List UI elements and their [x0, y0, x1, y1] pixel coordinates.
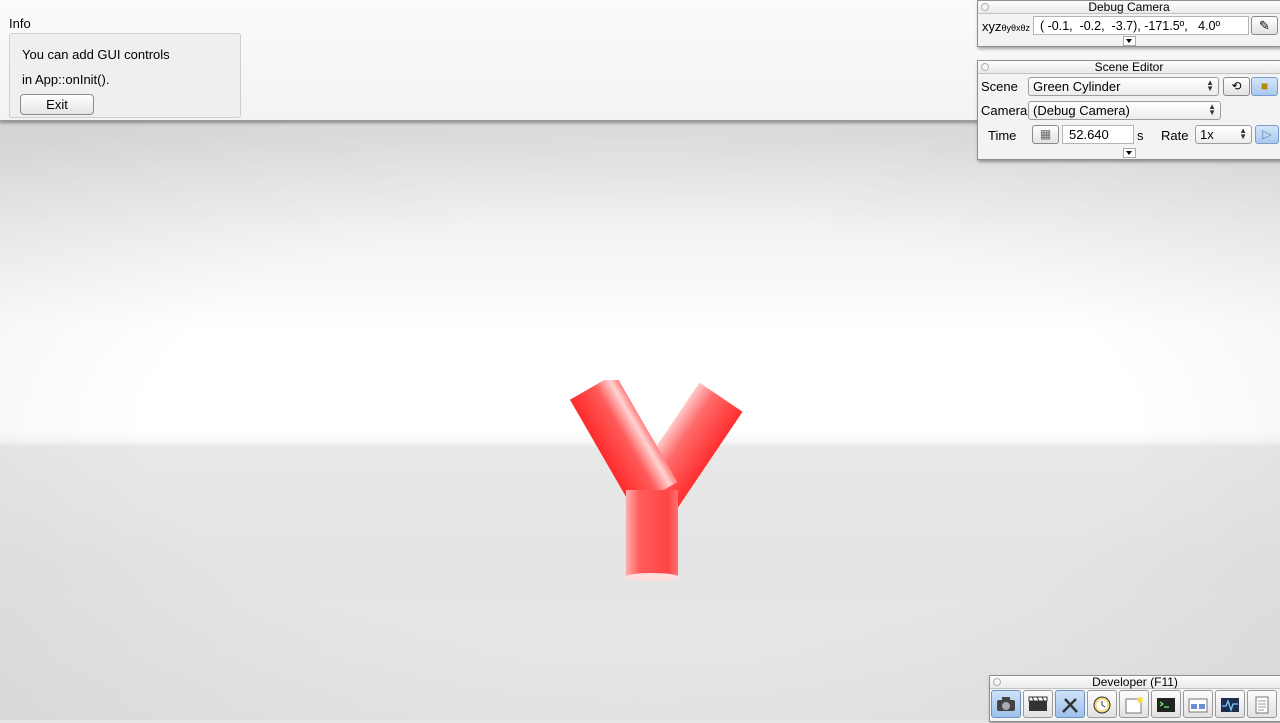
- console-icon: [1157, 698, 1175, 712]
- camera-dropdown[interactable]: (Debug Camera) ▲ ▼: [1028, 101, 1221, 120]
- new-window-tool-button[interactable]: [1119, 690, 1149, 718]
- scene-label: Scene: [981, 79, 1018, 94]
- scene-dropdown-value: Green Cylinder: [1033, 79, 1121, 94]
- close-icon[interactable]: [981, 3, 989, 11]
- exit-button[interactable]: Exit: [20, 94, 94, 115]
- document-tool-button[interactable]: [1247, 690, 1277, 718]
- rate-dropdown[interactable]: 1x ▲ ▼: [1195, 125, 1252, 144]
- camera-tool-button[interactable]: [991, 690, 1021, 718]
- info-title: Info: [9, 16, 31, 31]
- camera-label: Camera: [981, 103, 1028, 118]
- clock-tool-button[interactable]: [1087, 690, 1117, 718]
- clock-icon: [1093, 696, 1111, 714]
- lock-icon: ■: [1260, 79, 1269, 93]
- info-text-line2: in App::onInit().: [22, 72, 110, 87]
- developer-tools: [991, 690, 1279, 720]
- time-field[interactable]: 52.640: [1062, 125, 1134, 144]
- scene-editor-titlebar[interactable]: Scene Editor: [978, 61, 1280, 74]
- document-icon: [1255, 696, 1269, 714]
- windows-tool-button[interactable]: [1183, 690, 1213, 718]
- reload-icon: ⟲: [1231, 79, 1242, 93]
- info-pane: You can add GUI controls in App::onInit(…: [9, 33, 241, 118]
- rate-dropdown-value: 1x: [1200, 127, 1214, 142]
- play-icon: ▷: [1262, 127, 1272, 141]
- scene-editor-window: Scene Editor Scene Green Cylinder ▲ ▼ ⟲ ■…: [977, 60, 1280, 160]
- developer-title: Developer (F11): [1092, 675, 1178, 689]
- xyz-text: xyz: [982, 19, 1002, 34]
- collapse-arrow-icon[interactable]: [1123, 36, 1136, 46]
- pencil-icon: ✎: [1259, 18, 1270, 33]
- camera-icon: [997, 697, 1015, 711]
- rate-label: Rate: [1161, 128, 1189, 143]
- xyz-label: xyzθyθxθz: [982, 19, 1030, 34]
- clapperboard-icon: [1028, 696, 1048, 711]
- profiler-icon: [1221, 698, 1239, 713]
- updown-arrows-icon: ▲ ▼: [1208, 102, 1216, 117]
- scene-editor-tool-button[interactable]: [1023, 690, 1053, 718]
- updown-arrows-icon: ▲ ▼: [1206, 78, 1214, 93]
- developer-titlebar[interactable]: Developer (F11): [990, 676, 1280, 689]
- angles-text: θyθxθz: [1001, 23, 1031, 33]
- camera-edit-button[interactable]: ✎: [1251, 16, 1278, 35]
- debug-camera-title: Debug Camera: [1088, 0, 1170, 14]
- windows-icon: [1188, 698, 1208, 713]
- close-icon[interactable]: [981, 63, 989, 71]
- developer-window: Developer (F11): [989, 675, 1280, 722]
- info-text-line1: You can add GUI controls: [22, 47, 170, 62]
- tools-icon: [1062, 698, 1078, 713]
- scene-editor-title: Scene Editor: [1094, 60, 1164, 74]
- tools-tool-button[interactable]: [1055, 690, 1085, 718]
- time-unit: s: [1137, 128, 1144, 143]
- camera-dropdown-value: (Debug Camera): [1033, 103, 1130, 118]
- time-label: Time: [988, 128, 1017, 143]
- reload-button[interactable]: ⟲: [1223, 77, 1250, 96]
- play-button[interactable]: ▷: [1255, 125, 1279, 144]
- updown-arrows-icon: ▲ ▼: [1239, 126, 1247, 141]
- debug-camera-window: Debug Camera xyzθyθxθz ( -0.1, -0.2, -3.…: [977, 0, 1280, 47]
- film-reel-button[interactable]: ▦: [1032, 125, 1059, 144]
- stem: [626, 490, 678, 578]
- camera-coordinates-field[interactable]: ( -0.1, -0.2, -3.7), -171.5º, 4.0º: [1033, 16, 1249, 35]
- y-shaped-red-model: [569, 380, 743, 581]
- close-icon[interactable]: [993, 678, 1001, 686]
- film-reel-icon: ▦: [1039, 127, 1052, 141]
- debug-camera-titlebar[interactable]: Debug Camera: [978, 1, 1280, 14]
- profiler-tool-button[interactable]: [1215, 690, 1245, 718]
- new-window-icon: [1125, 697, 1143, 714]
- scene-dropdown[interactable]: Green Cylinder ▲ ▼: [1028, 77, 1219, 96]
- collapse-arrow-icon[interactable]: [1123, 148, 1136, 158]
- console-tool-button[interactable]: [1151, 690, 1181, 718]
- lock-button[interactable]: ■: [1251, 77, 1278, 96]
